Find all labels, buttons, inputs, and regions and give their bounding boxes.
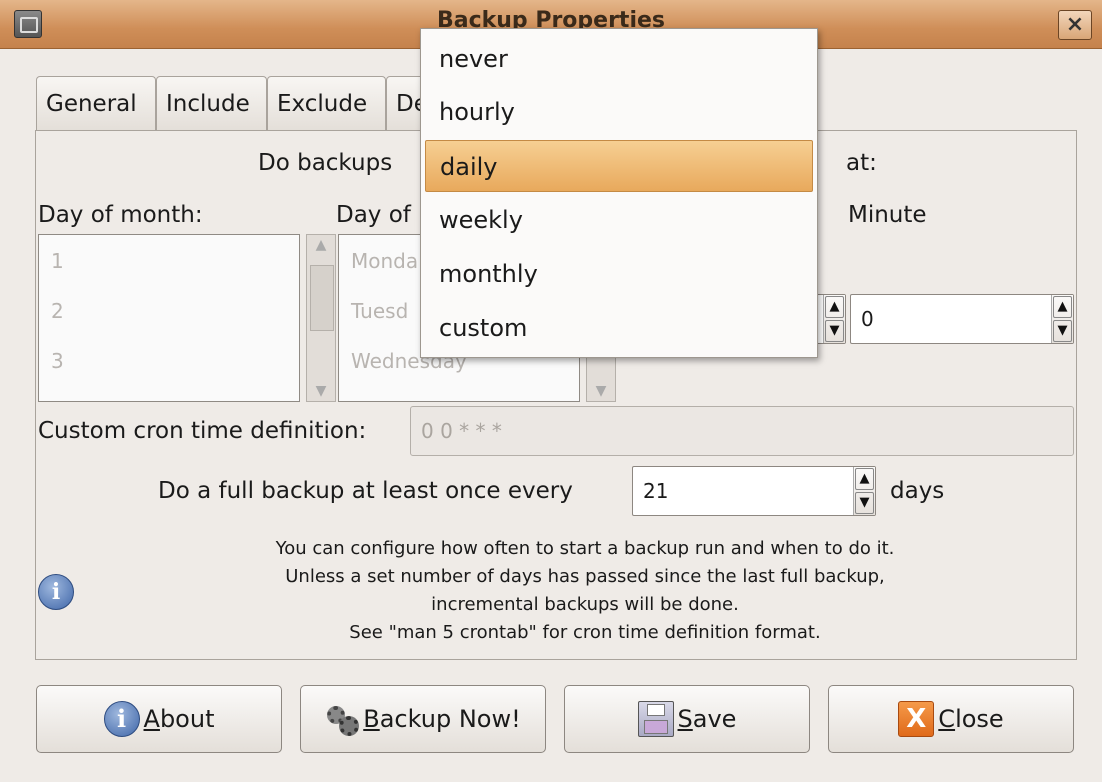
list-item[interactable]: 2 [51,299,64,323]
menu-item-daily[interactable]: daily [425,140,813,192]
about-mnemonic: A [143,705,160,733]
info-line-1: You can configure how often to start a b… [275,538,895,559]
close-button[interactable]: X Close [828,685,1074,753]
menu-item-never[interactable]: never [425,33,813,85]
day-of-month-label: Day of month: [38,202,203,228]
list-item[interactable]: Monda [351,249,418,273]
tab-include[interactable]: Include [156,76,267,130]
frequency-dropdown-menu[interactable]: never hourly daily weekly monthly custom [420,28,818,358]
info-icon: i [38,574,74,610]
minute-label: Minute [848,202,927,228]
about-icon: i [103,701,140,737]
about-button[interactable]: i About [36,685,282,753]
backup-now-mnemonic: B [363,705,380,733]
full-backup-spin-button[interactable]: 21 ▲ ▼ [632,466,876,516]
full-backup-value[interactable]: 21 [633,467,853,515]
decrement-icon[interactable]: ▼ [825,320,844,342]
days-unit-label: days [890,478,945,504]
minute-spin-button[interactable]: 0 ▲ ▼ [850,294,1074,344]
menu-item-weekly[interactable]: weekly [425,194,813,246]
minute-spin-arrows[interactable]: ▲ ▼ [1051,295,1073,343]
save-mnemonic: S [677,705,693,733]
scroll-up-icon[interactable]: ▲ [307,237,335,253]
full-backup-label: Do a full backup at least once every [158,478,573,504]
window-close-button[interactable]: × [1058,10,1092,40]
save-button[interactable]: Save [564,685,810,753]
day-of-month-scrollbar[interactable]: ▲ ▼ [306,234,336,402]
info-line-4: See "man 5 crontab" for cron time defini… [349,622,821,643]
increment-icon[interactable]: ▲ [855,468,874,490]
save-label: ave [692,705,737,733]
full-backup-spin-arrows[interactable]: ▲ ▼ [853,467,875,515]
increment-icon[interactable]: ▲ [825,296,844,318]
close-label: lose [955,705,1004,733]
scrollbar-thumb[interactable] [310,265,334,331]
minute-value[interactable]: 0 [851,295,1051,343]
close-mnemonic: C [938,705,956,733]
scroll-down-icon[interactable]: ▼ [307,383,335,399]
increment-icon[interactable]: ▲ [1053,296,1072,318]
tab-exclude[interactable]: Exclude [267,76,386,130]
menu-item-hourly[interactable]: hourly [425,86,813,138]
hour-spin-arrows[interactable]: ▲ ▼ [823,295,845,343]
tab-general[interactable]: General [36,76,156,130]
info-line-2: Unless a set number of days has passed s… [285,566,885,587]
do-backups-label: Do backups [258,150,393,176]
at-label: at: [846,150,877,176]
hour-spin-button[interactable]: ▲ ▼ [816,294,846,344]
cron-value: 0 0 * * * [421,419,502,443]
about-label: bout [159,705,215,733]
list-item[interactable]: 3 [51,349,64,373]
menu-item-custom[interactable]: custom [425,302,813,354]
cron-field[interactable]: 0 0 * * * [410,406,1074,456]
day-of-week-label: Day of [336,202,411,228]
floppy-save-icon [637,701,674,737]
day-of-month-list[interactable]: 1 2 3 [38,234,300,402]
info-line-3: incremental backups will be done. [431,594,739,615]
backup-now-label: ackup Now! [379,705,521,733]
scroll-down-icon[interactable]: ▼ [587,383,615,399]
decrement-icon[interactable]: ▼ [1053,320,1072,342]
menu-item-monthly[interactable]: monthly [425,248,813,300]
decrement-icon[interactable]: ▼ [855,492,874,514]
close-icon: X [898,701,935,737]
backup-now-button[interactable]: Backup Now! [300,685,546,753]
list-item[interactable]: 1 [51,249,64,273]
list-item[interactable]: Tuesd [351,299,408,323]
gears-icon [325,702,360,736]
cron-label: Custom cron time definition: [38,418,367,444]
